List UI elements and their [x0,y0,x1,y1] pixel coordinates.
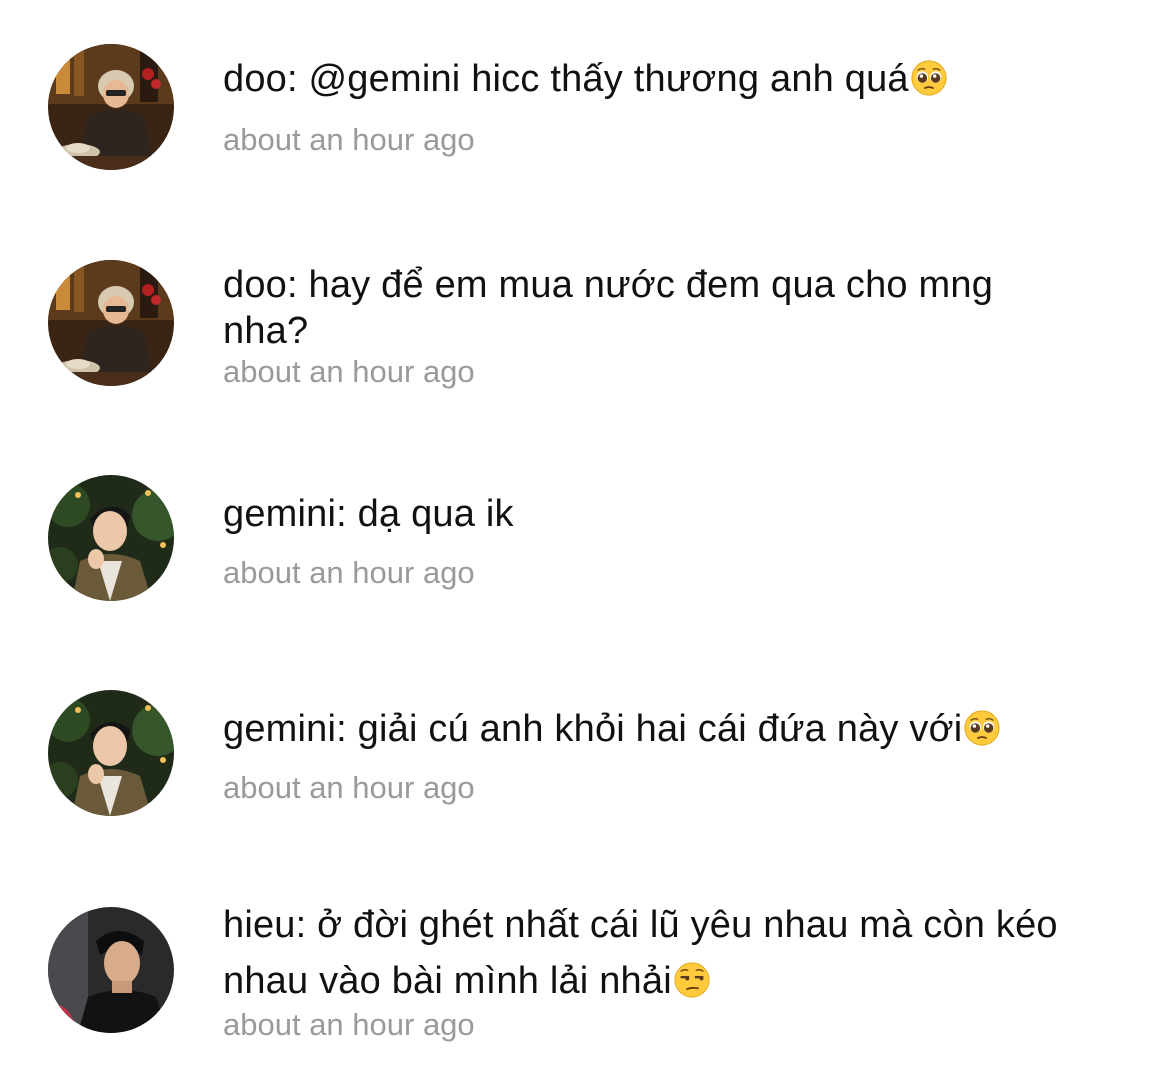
comment-text: gemini: giải cú anh khỏi hai cái đứa này… [223,706,1133,752]
comment-timestamp: about an hour ago [223,122,475,157]
comment-text: doo: hay để em mua nước đem qua cho mng … [223,262,1083,354]
comment-body: gemini: dạ qua ik [223,493,514,535]
unamused-face-emoji-icon [673,961,711,999]
pleading-face-emoji-icon [963,709,1001,747]
comment-body: gemini: giải cú anh khỏi hai cái đứa này… [223,708,963,750]
comment-body: hieu: ở đời ghét nhất cái lũ yêu nhau mà… [223,904,1058,1002]
comment-body: doo: hay để em mua nước đem qua cho mng … [223,264,994,352]
pleading-face-emoji-icon [910,59,948,97]
comment-timestamp: about an hour ago [223,354,475,389]
comment-timestamp: about an hour ago [223,770,475,805]
avatar-gemini[interactable] [48,475,174,601]
comment-body: doo: @gemini hicc thấy thương anh quá [223,58,909,100]
avatar-hieu[interactable] [48,907,174,1033]
avatar-gemini[interactable] [48,690,174,816]
comment-timestamp: about an hour ago [223,1007,475,1042]
comment-timestamp: about an hour ago [223,555,475,590]
comment-text: gemini: dạ qua ik [223,491,1133,537]
avatar-doo[interactable] [48,260,174,386]
comment-text: doo: @gemini hicc thấy thương anh quá [223,56,1133,102]
comment-text: hieu: ở đời ghét nhất cái lũ yêu nhau mà… [223,897,1143,1009]
avatar-doo[interactable] [48,44,174,170]
